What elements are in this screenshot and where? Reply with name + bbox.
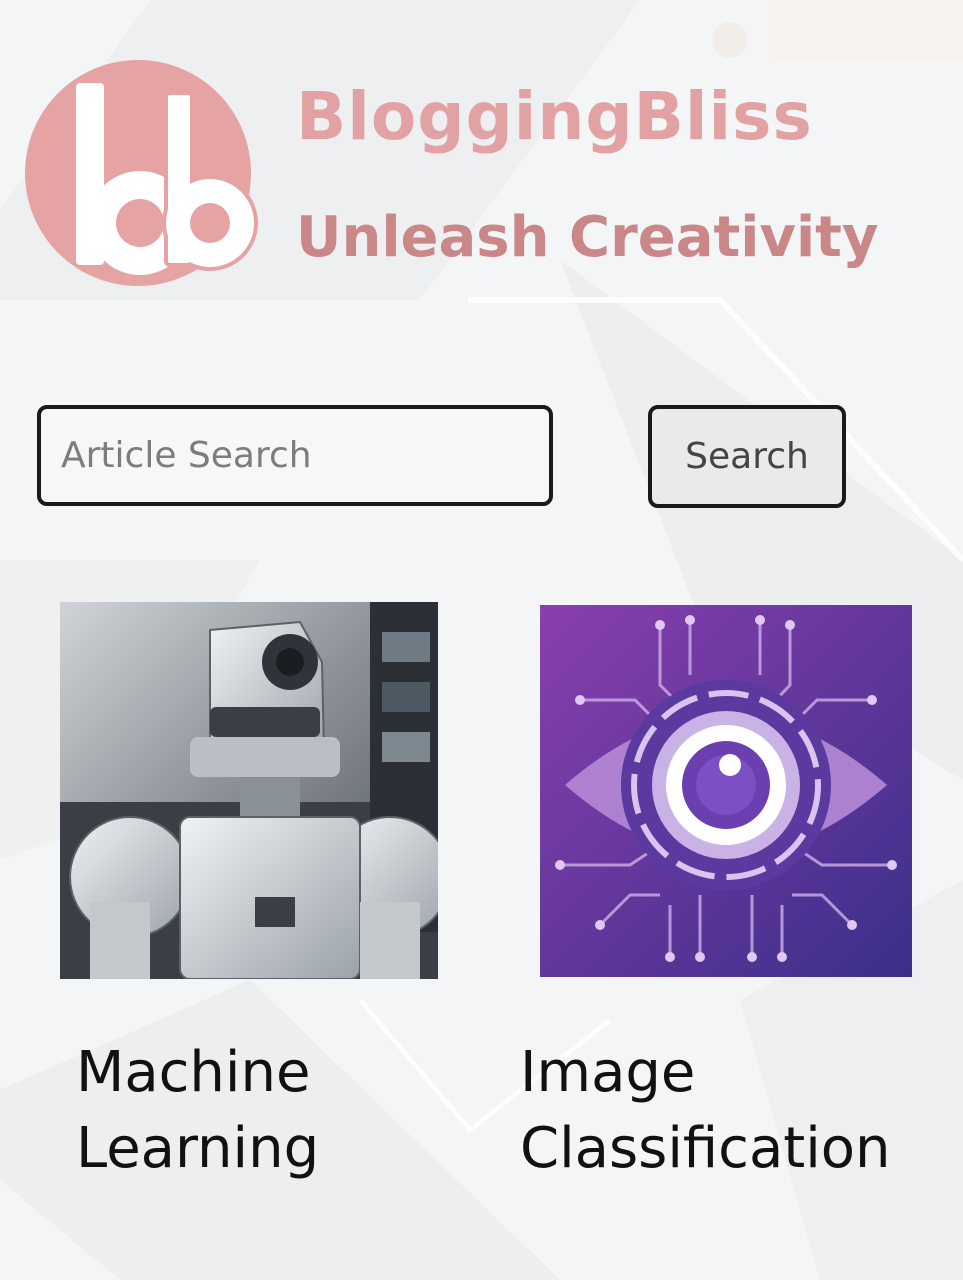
article-title-line: Image <box>520 1040 696 1105</box>
search-button[interactable]: Search <box>648 405 846 508</box>
article-title-line: Classification <box>520 1116 891 1181</box>
ai-eye-circuit-image[interactable] <box>540 605 912 977</box>
article-title[interactable]: Image Classification <box>520 1035 891 1187</box>
article-card-machine-learning[interactable]: Machine Learning <box>60 602 440 1182</box>
site-header: BloggingBliss Unleash Creativity <box>0 0 963 300</box>
article-search-input[interactable] <box>37 405 553 506</box>
article-title-line: Machine <box>76 1040 311 1105</box>
article-card-image-classification[interactable]: Image Classification <box>520 605 940 1183</box>
article-title-line: Learning <box>76 1116 320 1181</box>
bb-logo <box>25 60 258 286</box>
article-title[interactable]: Machine Learning <box>76 1035 319 1187</box>
robot-image[interactable] <box>60 602 438 979</box>
brand-tagline: Unleash Creativity <box>296 205 879 270</box>
brand-title: BloggingBliss <box>296 78 813 155</box>
